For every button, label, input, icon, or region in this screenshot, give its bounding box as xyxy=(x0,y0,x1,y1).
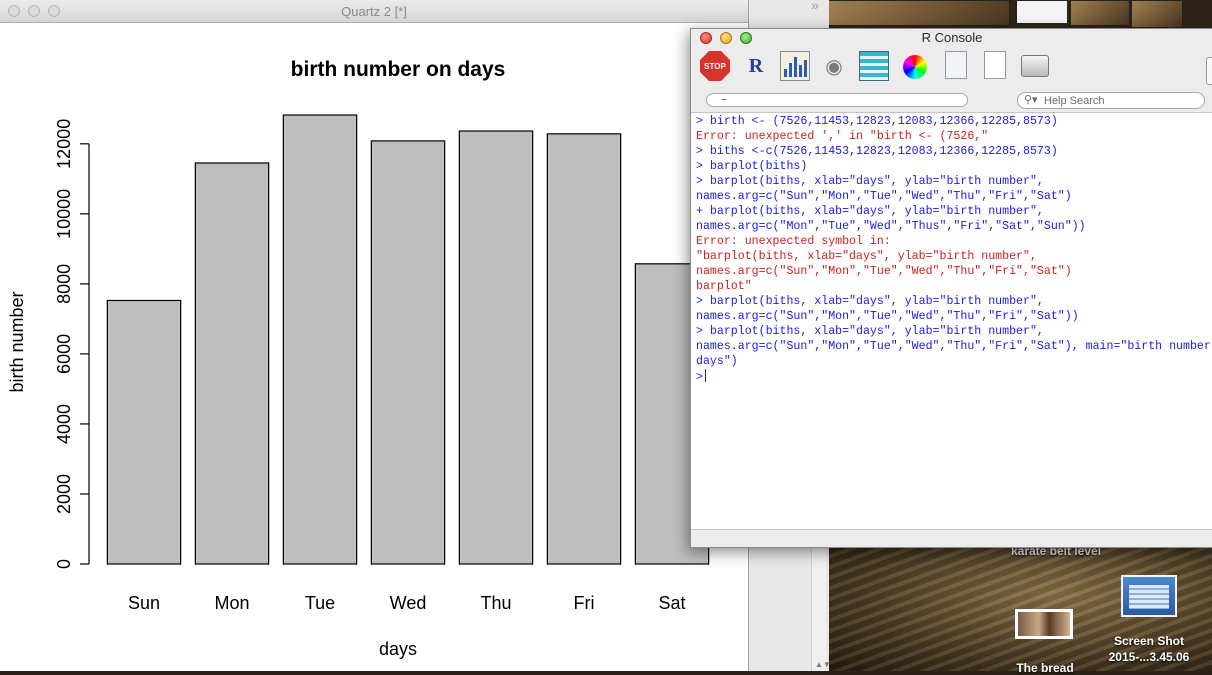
console-input-line: names.arg=c("Sun","Mon","Tue","Wed","Thu… xyxy=(696,190,1072,203)
list-icon[interactable] xyxy=(859,51,889,81)
quartz-window: Quartz 2 [*] birth number on days Sun Mon T… xyxy=(0,0,749,671)
console-input-line: > biths <-c(7526,11453,12823,12083,12366… xyxy=(696,145,1058,158)
console-input-line: names.arg=c("Mon","Tue","Wed","Thus","Fr… xyxy=(696,220,1086,233)
search-icon: ⚲▾ xyxy=(1024,94,1038,106)
bar-fri xyxy=(546,133,622,565)
console-input-line: > birth <- (7526,11453,12823,12083,12366… xyxy=(696,115,1058,128)
help-search-field[interactable]: ⚲▾ Help Search xyxy=(1017,92,1205,109)
console-error-line: "barplot(biths, xlab="days", ylab="birth… xyxy=(696,250,1037,263)
y-tick-label: 8000 xyxy=(54,264,74,304)
title-bar[interactable]: Quartz 2 [*] xyxy=(0,0,748,23)
x-tick-label: Tue xyxy=(305,593,335,613)
y-axis-label: birth number xyxy=(7,291,27,392)
bar-sun xyxy=(106,299,182,565)
bar-tue xyxy=(282,114,358,565)
y-tick-label: 10000 xyxy=(54,189,74,239)
x-tick-label: Fri xyxy=(574,593,595,613)
background-photo-thumbnail xyxy=(1131,0,1183,28)
plot-area: birth number on days Sun Mon Tue Wed Thu Fri Sa… xyxy=(0,23,748,671)
y-tick-label: 12000 xyxy=(54,119,74,169)
open-doc-icon[interactable] xyxy=(945,51,967,79)
chart-icon[interactable] xyxy=(780,51,810,81)
new-doc-icon[interactable] xyxy=(984,51,1006,79)
y-tick-label: 6000 xyxy=(54,334,74,374)
console-input-line: names.arg=c("Sun","Mon","Tue","Wed","Thu… xyxy=(696,310,1079,323)
working-directory-field[interactable]: ~ xyxy=(706,93,968,107)
console-input-line: days") xyxy=(696,355,738,368)
console-input-line: > barplot(biths, xlab="days", ylab="birt… xyxy=(696,295,1044,308)
photo-file-icon[interactable] xyxy=(1015,609,1073,639)
window-title: Quartz 2 [*] xyxy=(341,4,407,19)
console-error-line: barplot" xyxy=(696,280,752,293)
console-input-line: > barplot(biths) xyxy=(696,160,808,173)
bar-chart: birth number on days Sun Mon Tue Wed Thu Fri Sa… xyxy=(7,58,710,659)
lock-icon[interactable]: ◉ xyxy=(819,51,849,81)
chevron-right-icon[interactable]: » xyxy=(811,0,819,13)
y-tick-label: 2000 xyxy=(54,474,74,514)
x-tick-label: Sat xyxy=(658,593,685,613)
screenshot-file-icon[interactable] xyxy=(1121,575,1177,617)
status-bar xyxy=(691,531,1212,547)
console-output[interactable]: > birth <- (7526,11453,12823,12083,12366… xyxy=(691,112,1212,530)
console-prompt[interactable]: > xyxy=(696,369,1212,385)
title-bar[interactable]: R Console xyxy=(691,29,1212,47)
toolbar-overflow-handle[interactable] xyxy=(1206,57,1212,85)
x-tick-label: Wed xyxy=(390,593,427,613)
x-tick-label: Thu xyxy=(480,593,511,613)
console-input-line: > barplot(biths, xlab="days", ylab="birt… xyxy=(696,325,1044,338)
x-axis-label: days xyxy=(379,639,417,659)
x-tick-label: Mon xyxy=(214,593,249,613)
help-search-placeholder: Help Search xyxy=(1044,95,1105,107)
desktop-icon-label[interactable]: The bread xyxy=(1000,661,1090,675)
background-photo-thumbnail xyxy=(1070,0,1130,26)
console-input-line: names.arg=c("Sun","Mon","Tue","Wed","Thu… xyxy=(696,340,1212,353)
background-window-thumbnail xyxy=(1016,0,1068,24)
bar-wed xyxy=(370,140,446,565)
x-tick-label: Sun xyxy=(128,593,160,613)
desktop-icon-label[interactable]: 2015-...3.45.06 xyxy=(1092,650,1206,664)
prompt-symbol: > xyxy=(696,371,703,384)
chart-title: birth number on days xyxy=(291,58,506,81)
y-tick-label: 0 xyxy=(54,559,74,569)
r-console-window: R Console STOP R ◉ ~ ⚲▾ Help Search > bi… xyxy=(690,28,1212,548)
console-error-line: names.arg=c("Sun","Mon","Tue","Wed","Thu… xyxy=(696,265,1072,278)
color-wheel-icon[interactable] xyxy=(903,55,927,79)
window-title: R Console xyxy=(921,30,983,45)
console-error-line: Error: unexpected ',' in "birth <- (7526… xyxy=(696,130,989,143)
stop-icon[interactable]: STOP xyxy=(700,51,730,81)
print-icon[interactable] xyxy=(1021,55,1049,77)
background-photo-thumbnail xyxy=(828,0,1010,26)
bar-thu xyxy=(458,130,534,565)
y-tick-label: 4000 xyxy=(54,404,74,444)
desktop-icon-label[interactable]: Screen Shot xyxy=(1092,634,1206,648)
console-error-line: Error: unexpected symbol in: xyxy=(696,235,891,248)
console-input-line: + barplot(biths, xlab="days", ylab="birt… xyxy=(696,205,1044,218)
scrollbar[interactable]: ▲▼ xyxy=(811,545,831,671)
text-cursor xyxy=(704,369,706,382)
console-input-line: > barplot(biths, xlab="days", ylab="birt… xyxy=(696,175,1044,188)
r-source-icon[interactable]: R xyxy=(741,51,771,81)
scroll-arrow-icon[interactable]: ▲▼ xyxy=(815,660,831,669)
bar-mon xyxy=(194,162,270,565)
